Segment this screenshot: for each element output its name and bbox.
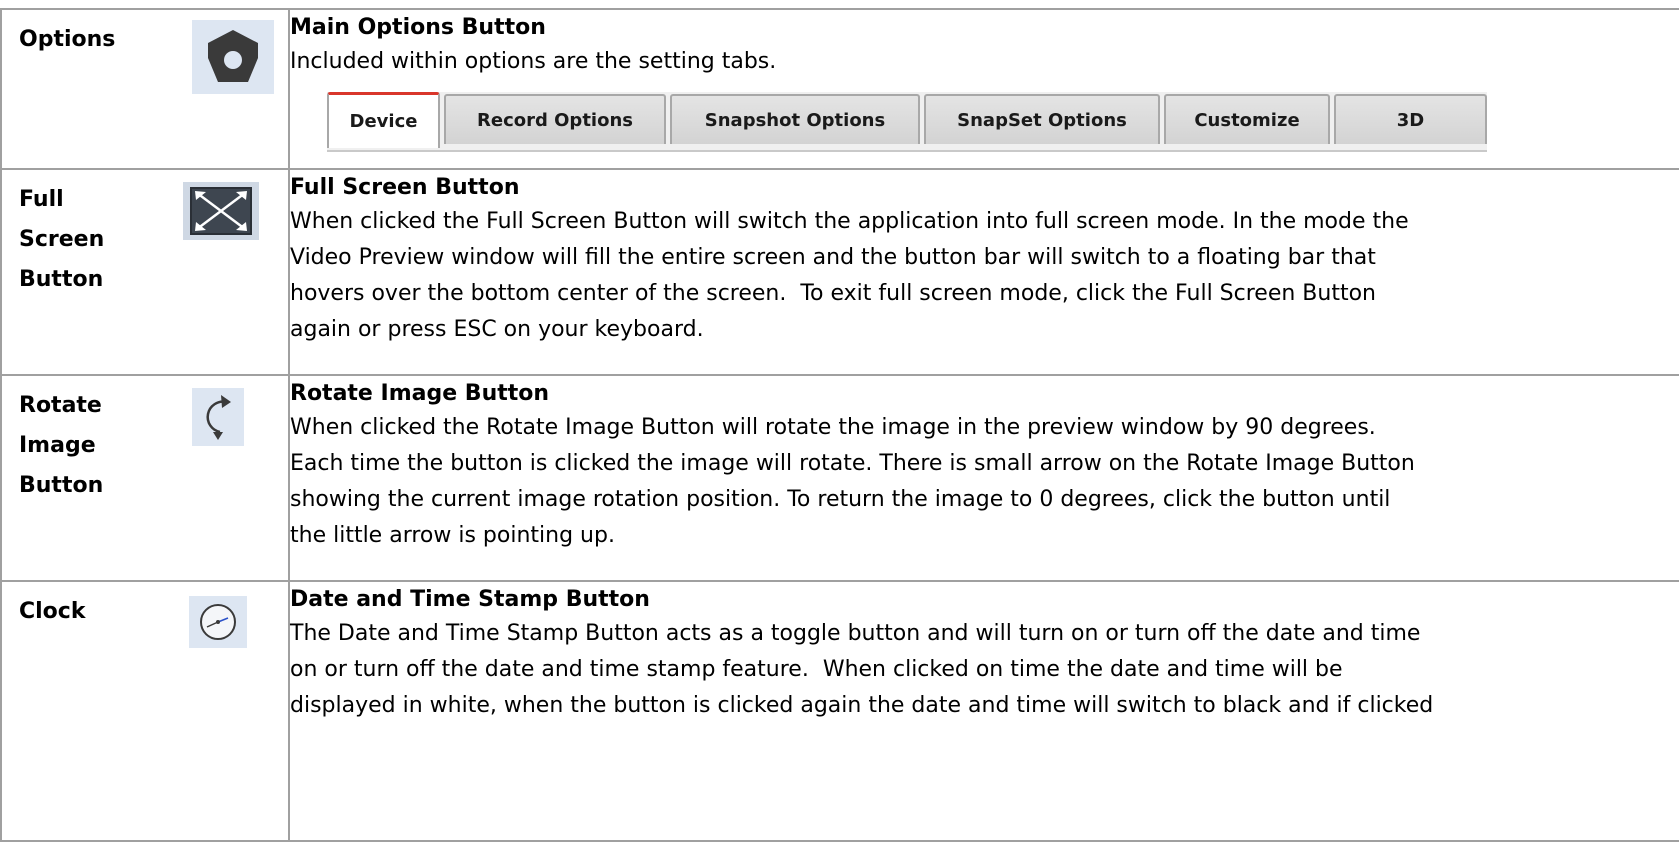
- tab-3d[interactable]: 3D: [1334, 94, 1487, 144]
- row-label: Full Screen Button: [19, 187, 105, 292]
- row-label: Options: [19, 27, 116, 52]
- row-title: Main Options Button: [290, 15, 546, 40]
- tab-customize[interactable]: Customize: [1164, 94, 1330, 144]
- button-reference-table: Options Main Options Button Included wit…: [0, 8, 1679, 842]
- row-title: Rotate Image Button: [290, 381, 550, 406]
- right-cell: Date and Time Stamp Button The Date and …: [288, 580, 1679, 842]
- row-title: Date and Time Stamp Button: [290, 587, 650, 612]
- tab-record-options[interactable]: Record Options: [444, 94, 666, 144]
- table-row-clock: Clock Date and Time Stamp Button The Dat…: [0, 580, 1679, 842]
- row-body: Included within options are the setting …: [290, 49, 777, 74]
- right-cell: Rotate Image Button When clicked the Rot…: [288, 374, 1679, 582]
- rotate-icon: [192, 388, 244, 446]
- left-cell: Clock: [0, 580, 290, 842]
- left-cell: Full Screen Button: [0, 168, 290, 376]
- settings-tab-strip: Device Record Options Snapshot Options S…: [327, 92, 1487, 152]
- fullscreen-icon: [183, 182, 259, 240]
- right-cell: Full Screen Button When clicked the Full…: [288, 168, 1679, 376]
- row-body: When clicked the Full Screen Button will…: [290, 209, 1409, 342]
- table-row-rotate: Rotate Image Button Rotate Image Button …: [0, 374, 1679, 582]
- left-cell: Rotate Image Button: [0, 374, 290, 582]
- left-cell: Options: [0, 8, 290, 170]
- clock-icon: [189, 596, 247, 648]
- table-row-options: Options Main Options Button Included wit…: [0, 8, 1679, 170]
- right-cell: Main Options Button Included within opti…: [288, 8, 1679, 170]
- table-row-fullscreen: Full Screen Button Full Screen Button Wh: [0, 168, 1679, 376]
- tab-snapset-options[interactable]: SnapSet Options: [924, 94, 1160, 144]
- tab-strip-baseline: [327, 150, 1487, 152]
- row-body: When clicked the Rotate Image Button wil…: [290, 415, 1415, 548]
- row-label: Rotate Image Button: [19, 393, 104, 498]
- row-body: The Date and Time Stamp Button acts as a…: [290, 621, 1434, 718]
- options-gear-icon: [192, 20, 274, 94]
- row-label: Clock: [19, 599, 86, 624]
- tab-snapshot-options[interactable]: Snapshot Options: [670, 94, 920, 144]
- tab-device[interactable]: Device: [327, 92, 440, 148]
- row-title: Full Screen Button: [290, 175, 520, 200]
